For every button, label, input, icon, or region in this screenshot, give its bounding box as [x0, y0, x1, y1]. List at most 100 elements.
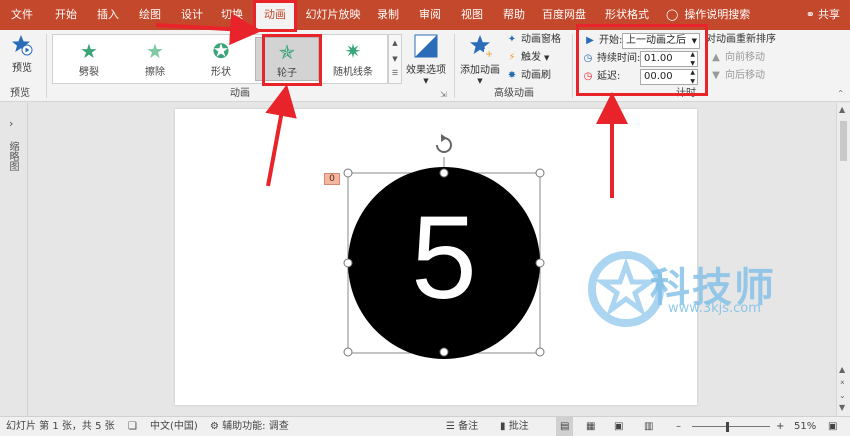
animation-pane-button[interactable]: ✦ 动画窗格 — [506, 32, 561, 48]
divider — [46, 34, 47, 98]
slide-canvas[interactable]: 5 0 — [175, 109, 697, 405]
resize-handle — [343, 258, 353, 268]
animation-random-bars[interactable]: ✷ 随机线条 — [321, 37, 385, 81]
chevron-down-icon: ▼ — [423, 77, 429, 85]
gallery-scroll[interactable]: ▲ ▼ ☰ — [388, 34, 402, 84]
add-animation-button[interactable]: + 添加动画 ▼ — [458, 34, 502, 85]
effect-options-button[interactable]: 效果选项 ▼ — [404, 34, 448, 85]
language-indicator[interactable]: 中文(中国) — [150, 417, 198, 436]
svg-text:+: + — [485, 49, 492, 58]
animation-order-tag[interactable]: 0 — [324, 173, 340, 185]
lightning-icon: ⚡ — [508, 52, 516, 63]
thumbnail-pane-label: 缩略图 — [7, 141, 18, 171]
comments-button[interactable]: ▮ 批注 — [500, 417, 529, 436]
share-button[interactable]: ⚭ 共享 — [806, 0, 840, 30]
scroll-down-icon[interactable]: ▼ — [839, 403, 845, 412]
comment-icon: ▮ — [500, 421, 509, 432]
page-down-icon[interactable]: ⌄ — [839, 391, 846, 400]
page-up-icon[interactable]: ⌅ — [839, 377, 846, 386]
vertical-scrollbar[interactable]: ▲ ▲ ⌅ ⌄ ▼ — [836, 103, 850, 416]
slide-sorter-icon[interactable]: ▦ — [586, 417, 595, 436]
group-label-advanced: 高级动画 — [494, 88, 534, 99]
tab-design[interactable]: 设计 — [174, 0, 210, 30]
slide-workspace: 5 0 科技师 www.3kjs.com — [28, 103, 836, 416]
move-later-button[interactable]: ▼ 向后移动 — [710, 68, 765, 84]
preview-star-icon — [12, 35, 33, 56]
tab-slideshow[interactable]: 幻灯片放映 — [302, 0, 364, 30]
chevron-down-icon: ▼ — [544, 54, 550, 62]
resize-handle — [535, 347, 545, 357]
scroll-up-icon[interactable]: ▲ — [839, 105, 845, 114]
zoom-level[interactable]: 51% — [794, 417, 816, 436]
resize-handle — [343, 347, 353, 357]
spellcheck-icon[interactable]: ❏ — [128, 417, 137, 436]
highlight-wheel-effect — [262, 34, 322, 86]
resize-handle — [439, 347, 449, 357]
preview-button[interactable]: 预览 — [6, 34, 38, 74]
rotate-icon — [436, 137, 452, 153]
zoom-slider-thumb[interactable] — [726, 422, 729, 432]
star-icon: ✷ — [344, 39, 362, 63]
animation-wipe[interactable]: ★ 擦除 — [123, 37, 187, 81]
ribbon: 预览 预览 ★ 劈裂 ★ 擦除 ✪ 形状 ✯ 轮子 ✷ 随机线条 ▲ ▼ ☰ 效… — [0, 30, 850, 102]
resize-handle — [343, 168, 353, 178]
move-earlier-button[interactable]: ▲ 向前移动 — [710, 50, 765, 66]
dialog-launcher-icon[interactable]: ⇲ — [440, 90, 447, 99]
scroll-down-icon[interactable]: ▼ — [389, 51, 401, 67]
scroll-up-icon[interactable]: ▲ — [389, 35, 401, 51]
tab-view[interactable]: 视图 — [454, 0, 490, 30]
effect-options-icon — [414, 34, 438, 58]
chevron-right-icon[interactable]: › — [9, 117, 13, 130]
arrow-down-icon: ▼ — [712, 70, 720, 81]
status-bar: 幻灯片 第 1 张，共 5 张 ❏ 中文(中国) ⚙ 辅助功能: 调查 ☰ 备注… — [0, 416, 850, 436]
tab-home[interactable]: 开始 — [48, 0, 84, 30]
animation-split[interactable]: ★ 劈裂 — [57, 37, 121, 81]
zoom-slider[interactable] — [692, 426, 770, 427]
animation-pane-icon: ✦ — [507, 34, 517, 45]
animation-shape[interactable]: ✪ 形状 — [189, 37, 253, 81]
star-icon: ★ — [80, 39, 98, 63]
highlight-animation-tab — [253, 0, 297, 32]
resize-handle — [535, 258, 545, 268]
animation-gallery: ★ 劈裂 ★ 擦除 ✪ 形状 ✯ 轮子 ✷ 随机线条 — [52, 34, 388, 84]
star-icon: ✪ — [212, 39, 230, 63]
tab-help[interactable]: 帮助 — [496, 0, 532, 30]
accessibility-icon: ⚙ — [210, 421, 223, 432]
zoom-in-icon[interactable]: + — [776, 417, 784, 436]
resize-handle — [535, 168, 545, 178]
tab-record[interactable]: 录制 — [370, 0, 406, 30]
scroll-thumb[interactable] — [840, 121, 847, 161]
tab-draw[interactable]: 绘图 — [132, 0, 168, 30]
group-label-preview: 预览 — [10, 88, 30, 99]
group-label-animation: 动画 — [230, 88, 250, 99]
tab-review[interactable]: 审阅 — [412, 0, 448, 30]
slide-number-text: 5 — [411, 192, 477, 324]
divider — [572, 34, 573, 98]
notes-icon: ☰ — [446, 421, 459, 432]
star-icon: ★ — [146, 39, 164, 63]
divider — [454, 34, 455, 98]
animation-painter-icon: ✸ — [507, 70, 517, 81]
gallery-more-icon[interactable]: ☰ — [389, 67, 401, 79]
tab-insert[interactable]: 插入 — [90, 0, 126, 30]
resize-handle — [439, 168, 449, 178]
slideshow-icon[interactable]: ▥ — [644, 417, 653, 436]
reorder-label: 对动画重新排序 — [706, 34, 776, 45]
notes-button[interactable]: ☰ 备注 — [446, 417, 478, 436]
zoom-out-icon[interactable]: – — [676, 417, 681, 436]
reading-view-icon[interactable]: ▣ — [614, 417, 623, 436]
animation-painter-button[interactable]: ✸ 动画刷 — [506, 68, 551, 84]
scroll-up-icon[interactable]: ▲ — [839, 365, 845, 374]
add-animation-icon: + — [470, 35, 492, 58]
slide-count: 幻灯片 第 1 张，共 5 张 — [6, 421, 115, 432]
thumbnail-pane: › 缩略图 — [0, 103, 28, 416]
collapse-ribbon-icon[interactable]: ⌃ — [837, 89, 844, 98]
tab-file[interactable]: 文件 — [4, 0, 40, 30]
lightbulb-icon: ◯ — [666, 8, 679, 21]
normal-view-icon[interactable]: ▤ — [556, 417, 574, 436]
accessibility-status[interactable]: ⚙ 辅助功能: 调查 — [210, 417, 289, 436]
trigger-button[interactable]: ⚡ 触发 ▼ — [506, 50, 549, 66]
fit-to-window-icon[interactable]: ▣ — [828, 417, 837, 436]
tab-transitions[interactable]: 切换 — [214, 0, 250, 30]
user-icon: ⚭ — [805, 8, 815, 21]
